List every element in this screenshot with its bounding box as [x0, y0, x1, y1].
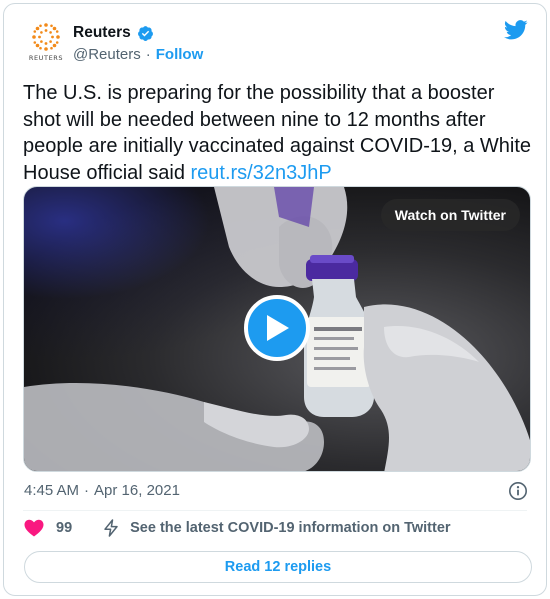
avatar-wordmark: REUTERS [28, 54, 64, 62]
watch-on-twitter-button[interactable]: Watch on Twitter [380, 199, 520, 231]
tweet-card: REUTERS Reuters @Reuters · Follow The U.… [3, 3, 547, 596]
video-media[interactable]: Watch on Twitter [23, 186, 531, 472]
play-icon [267, 315, 289, 341]
read-replies-button[interactable]: Read 12 replies [24, 551, 532, 583]
reuters-avatar[interactable]: REUTERS [26, 22, 66, 62]
handle-separator: · [145, 46, 151, 63]
play-button[interactable] [244, 295, 310, 361]
info-icon[interactable] [508, 481, 528, 501]
reuters-logo-icon [32, 23, 60, 51]
tweet-time: 4:45 AM [24, 482, 80, 499]
follow-button[interactable]: Follow [156, 46, 204, 63]
tweet-text: The U.S. is preparing for the possibilit… [23, 80, 533, 186]
timestamp-separator: · [84, 482, 90, 499]
divider [23, 510, 527, 511]
tweet-timestamp[interactable]: 4:45 AM · Apr 16, 2021 [24, 482, 180, 499]
tweet-actions: 99 See the latest COVID-19 information o… [24, 519, 451, 537]
lightning-icon [104, 519, 118, 537]
heart-icon[interactable] [24, 519, 44, 537]
author-display-name[interactable]: Reuters [73, 24, 131, 42]
author-handle[interactable]: @Reuters [73, 46, 141, 63]
tweet-date: Apr 16, 2021 [94, 482, 180, 499]
author-handle-row: @Reuters · Follow [73, 46, 203, 63]
twitter-bird-icon[interactable] [504, 20, 528, 40]
verified-badge-icon [137, 25, 153, 41]
covid-info-link[interactable]: See the latest COVID-19 information on T… [102, 519, 451, 537]
like-count[interactable]: 99 [56, 520, 72, 536]
covid-info-label: See the latest COVID-19 information on T… [130, 520, 451, 536]
author-name-row[interactable]: Reuters [73, 24, 154, 42]
tweet-link[interactable]: reut.rs/32n3JhP [191, 162, 332, 184]
